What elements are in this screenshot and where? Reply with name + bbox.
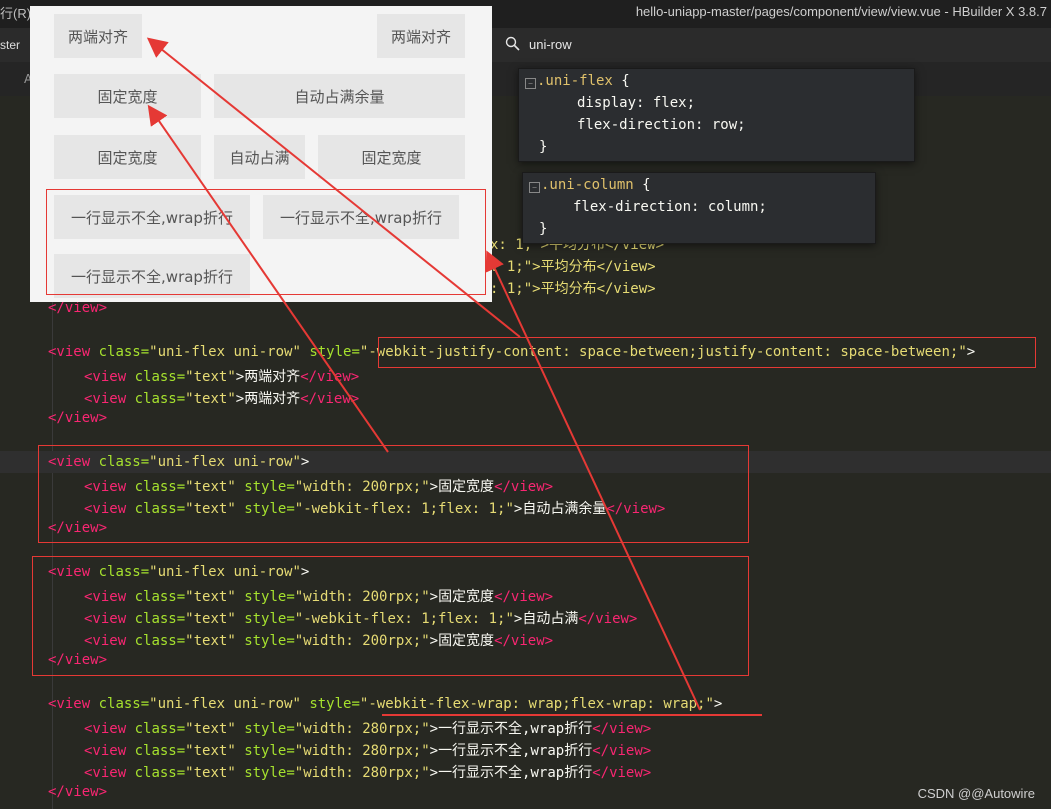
code-line-wrap-2: <view class="text" style="width: 280rpx;… [84, 743, 652, 759]
menu-run[interactable]: 行(R) [0, 3, 31, 22]
css-popup-uni-column: − .uni-column { flex-direction: column; … [522, 172, 876, 244]
annotation-underline-wrap [382, 714, 762, 716]
code-line-wrap-3: <view class="text" style="width: 280rpx;… [84, 765, 652, 781]
css-brace: } [539, 221, 548, 237]
annotation-box-three [32, 556, 749, 676]
annotation-box-justify [378, 337, 1036, 368]
code-line-partial-2: : 1;">平均分布</view> [490, 259, 656, 275]
css-prop: flex-direction: row; [577, 117, 746, 133]
code-line-partial-3: : 1;">平均分布</view> [490, 281, 656, 297]
preview-fixed-right: 固定宽度 [318, 135, 465, 179]
watermark: CSDN @@Autowire [917, 786, 1035, 801]
code-line-close-2: </view> [48, 410, 108, 426]
tab-partial[interactable]: ster [0, 38, 20, 52]
css-prop: display: flex; [577, 95, 696, 111]
fold-icon[interactable]: − [529, 182, 540, 193]
code-line-two-ends-1: <view class="text">两端对齐</view> [84, 369, 360, 385]
annotation-box-fixed [38, 445, 749, 543]
css-brace: } [539, 139, 548, 155]
preview-two-ends-left: 两端对齐 [54, 14, 142, 58]
fold-icon[interactable]: − [525, 78, 536, 89]
tab-search-uni-row[interactable]: uni-row [505, 36, 572, 52]
preview-fixed-left: 固定宽度 [54, 135, 201, 179]
css-popup-uni-flex: − .uni-flex { display: flex; flex-direct… [518, 68, 915, 162]
search-icon [505, 36, 521, 52]
code-line-wrap-1: <view class="text" style="width: 280rpx;… [84, 721, 652, 737]
window-title: hello-uniapp-master/pages/component/view… [635, 4, 1047, 19]
preview-two-ends-right: 两端对齐 [377, 14, 465, 58]
code-line-close: </view> [48, 300, 108, 316]
css-prop: flex-direction: column; [573, 199, 767, 215]
code-line-close-5: </view> [48, 784, 108, 800]
preview-auto-fill: 自动占满余量 [214, 74, 465, 118]
preview-fixed-width: 固定宽度 [54, 74, 201, 118]
search-tab-label: uni-row [529, 36, 572, 52]
code-line-two-ends-2: <view class="text">两端对齐</view> [84, 391, 360, 407]
code-line-wrap-open: <view class="uni-flex uni-row" style="-w… [48, 696, 723, 712]
annotation-box-wrap-preview [46, 189, 486, 295]
preview-auto: 自动占满 [214, 135, 305, 179]
